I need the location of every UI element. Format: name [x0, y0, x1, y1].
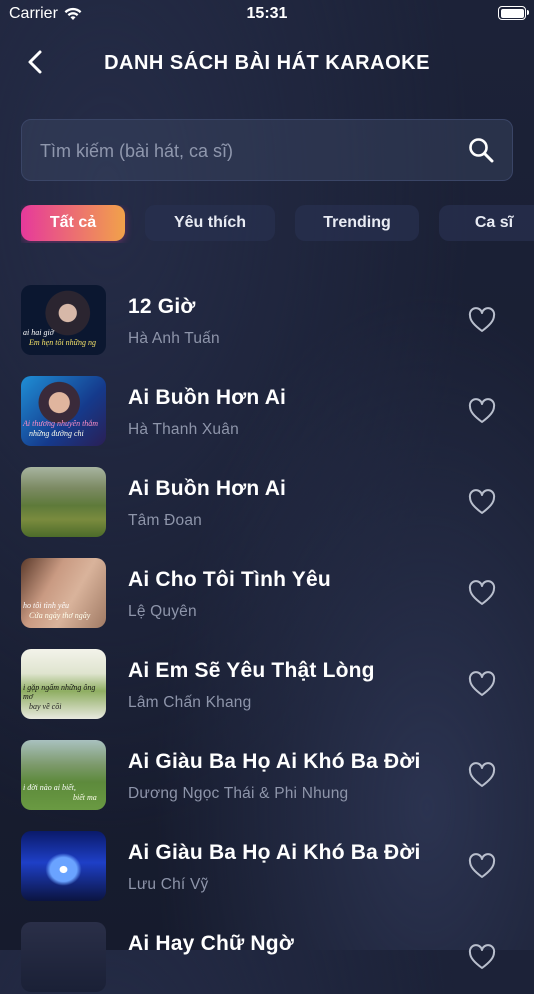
song-artist: Lưu Chí Vỹ — [128, 876, 209, 893]
song-artist: Dương Ngọc Thái & Phi Nhung — [128, 785, 349, 802]
status-time: 15:31 — [246, 5, 288, 22]
heart-icon[interactable] — [468, 944, 496, 970]
song-artist: Tâm Đoan — [128, 512, 202, 529]
thumbnail-caption: bay về cõi — [29, 702, 62, 711]
song-thumbnail — [21, 831, 106, 901]
song-thumbnail: i gặp ngấm những ông mơ bay về cõi — [21, 649, 106, 719]
tab-singers[interactable]: Ca sĩ — [439, 205, 534, 241]
song-title: Ai Buồn Hơn Ai — [128, 386, 287, 409]
thumbnail-caption: ho tôi tình yêu — [23, 601, 69, 610]
thumbnail-caption: Ai thương nhuyên thắm — [23, 419, 99, 428]
song-artist: Hà Anh Tuấn — [128, 330, 220, 347]
thumbnail-caption: biết ma — [73, 793, 97, 802]
song-title: Ai Cho Tôi Tình Yêu — [128, 568, 331, 591]
song-artist: Lệ Quyên — [128, 603, 197, 620]
thumbnail-caption: i gặp ngấm những ông mơ — [23, 683, 96, 701]
song-thumbnail: Ai thương nhuyên thắm những đường chi — [21, 376, 106, 446]
thumbnail-caption: những đường chi — [29, 429, 84, 438]
tab-favorites[interactable]: Yêu thích — [145, 205, 275, 241]
tab-all[interactable]: Tất cả — [21, 205, 125, 241]
heart-icon[interactable] — [468, 307, 496, 333]
song-title: Ai Giàu Ba Họ Ai Khó Ba Đời — [128, 841, 421, 864]
heart-icon[interactable] — [468, 762, 496, 788]
song-row[interactable]: i gặp ngấm những ông mơ bay về cõi Ai Em… — [0, 649, 534, 721]
song-thumbnail — [21, 467, 106, 537]
song-row[interactable]: Ai thương nhuyên thắm những đường chi Ai… — [0, 376, 534, 448]
song-title: Ai Giàu Ba Họ Ai Khó Ba Đời — [128, 750, 421, 773]
thumbnail-caption: Em hẹn tôi những ng — [29, 338, 97, 347]
thumbnail-caption: Cứa ngày thơ ngây — [29, 611, 91, 620]
song-row[interactable]: Ai Giàu Ba Họ Ai Khó Ba Đời Lưu Chí Vỹ — [0, 831, 534, 903]
song-title: 12 Giờ — [128, 295, 196, 318]
thumbnail-caption: ai hai giờ — [23, 328, 54, 337]
song-title: Ai Em Sẽ Yêu Thật Lòng — [128, 659, 375, 682]
song-row[interactable]: ho tôi tình yêu Cứa ngày thơ ngây Ai Cho… — [0, 558, 534, 630]
search-input[interactable] — [38, 120, 462, 182]
song-artist: Lâm Chấn Khang — [128, 694, 252, 711]
tab-trending[interactable]: Trending — [295, 205, 419, 241]
tab-label: Ca sĩ — [474, 214, 514, 231]
tab-label: Tất cả — [49, 214, 97, 231]
heart-icon[interactable] — [468, 580, 496, 606]
song-artist: Hà Thanh Xuân — [128, 421, 239, 438]
thumbnail-caption: i đời nào ai biết, — [23, 783, 76, 792]
song-thumbnail: i đời nào ai biết, biết ma — [21, 740, 106, 810]
tab-label: Yêu thích — [173, 214, 246, 231]
page-title: DANH SÁCH BÀI HÁT KARAOKE — [104, 52, 430, 74]
filter-tabs: Tất cả Yêu thích Trending Ca sĩ — [21, 205, 534, 243]
heart-icon[interactable] — [468, 398, 496, 424]
song-row[interactable]: Ai Buồn Hơn Ai Tâm Đoan — [0, 467, 534, 539]
song-title: Ai Hay Chữ Ngờ — [128, 932, 294, 955]
heart-icon[interactable] — [468, 853, 496, 879]
song-thumbnail — [21, 922, 106, 992]
song-title: Ai Buồn Hơn Ai — [128, 477, 287, 500]
nav-header: DANH SÁCH BÀI HÁT KARAOKE — [0, 40, 534, 84]
search-icon[interactable] — [468, 137, 494, 163]
status-bar: Carrier 15:31 — [0, 0, 534, 28]
search-bar[interactable] — [21, 119, 513, 182]
song-row[interactable]: ai hai giờ Em hẹn tôi những ng 12 Giờ Hà… — [0, 285, 534, 357]
song-thumbnail: ho tôi tình yêu Cứa ngày thơ ngây — [21, 558, 106, 628]
heart-icon[interactable] — [468, 489, 496, 515]
song-row[interactable]: Ai Hay Chữ Ngờ — [0, 922, 534, 994]
battery-icon — [498, 6, 529, 20]
tab-label: Trending — [323, 214, 391, 231]
song-thumbnail: ai hai giờ Em hẹn tôi những ng — [21, 285, 106, 355]
song-row[interactable]: i đời nào ai biết, biết ma Ai Giàu Ba Họ… — [0, 740, 534, 812]
heart-icon[interactable] — [468, 671, 496, 697]
